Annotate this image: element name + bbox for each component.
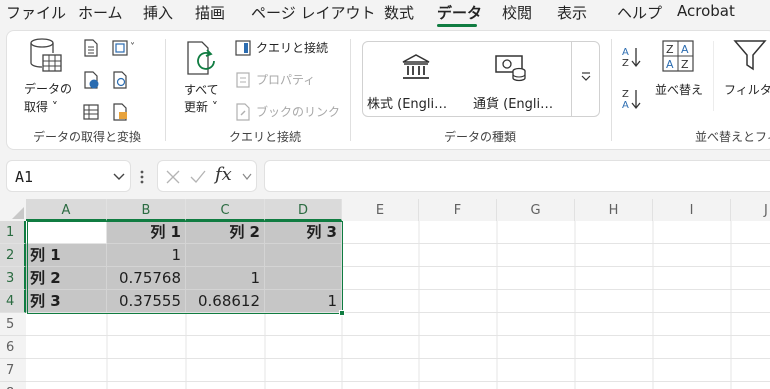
- ribbon-separator: [165, 39, 166, 141]
- column-header-a[interactable]: A: [26, 199, 107, 221]
- bank-icon: [402, 54, 430, 79]
- svg-text:Z: Z: [681, 58, 689, 71]
- active-tab-indicator: [437, 24, 477, 27]
- more-icon: [581, 72, 591, 81]
- menu-home[interactable]: ホーム: [78, 2, 123, 23]
- name-box-value: A1: [15, 168, 34, 186]
- row-header-3[interactable]: 3: [0, 267, 26, 290]
- group-label-get-transform: データの取得と変換: [33, 130, 142, 144]
- svg-text:A: A: [622, 47, 629, 58]
- group-label-sort-filter: 並べ替えとフィ: [695, 130, 770, 144]
- ribbon-separator: [713, 41, 714, 111]
- row-header-6[interactable]: 6: [0, 336, 26, 359]
- properties-icon: [236, 72, 250, 88]
- refresh-all-label-2: 更新 ˅: [184, 100, 218, 114]
- fill-handle[interactable]: [339, 310, 345, 316]
- grid-lines: [26, 221, 770, 389]
- menu-formulas[interactable]: 数式: [384, 2, 414, 23]
- svg-text:A: A: [666, 58, 674, 71]
- menu-acrobat[interactable]: Acrobat: [677, 2, 735, 20]
- from-picture-icon[interactable]: [111, 39, 129, 57]
- menu-bar: ファイル ホーム 挿入 描画 ページ レイアウト 数式 データ 校閲 表示 ヘル…: [0, 0, 770, 28]
- formula-bar: A1 fx: [0, 153, 770, 195]
- ribbon-separator: [611, 39, 612, 141]
- sort-dialog-icon: Z A A Z: [662, 40, 694, 72]
- column-header-g[interactable]: G: [497, 199, 575, 221]
- from-table-icon[interactable]: [82, 103, 100, 121]
- datatype-stocks-label: 株式 (Engli…: [367, 97, 448, 112]
- svg-text:A: A: [681, 43, 689, 56]
- queries-icon: [235, 40, 251, 56]
- svg-text:Z: Z: [622, 58, 629, 69]
- currency-icon: [495, 55, 526, 82]
- menu-data[interactable]: データ: [437, 2, 482, 23]
- formula-tools: fx: [157, 160, 257, 192]
- column-header-f[interactable]: F: [419, 199, 497, 221]
- column-header-i[interactable]: I: [653, 199, 731, 221]
- select-all-triangle-icon: [12, 207, 24, 219]
- chevron-down-icon[interactable]: [113, 172, 125, 182]
- ribbon-separator: [350, 39, 351, 141]
- row-header-8[interactable]: 8: [0, 382, 26, 389]
- group-label-data-types: データの種類: [444, 130, 517, 144]
- row-header-5[interactable]: 5: [0, 313, 26, 336]
- select-all-button[interactable]: [0, 199, 26, 221]
- menu-draw[interactable]: 描画: [195, 2, 225, 23]
- row-header-1[interactable]: 1: [0, 221, 26, 244]
- column-header-h[interactable]: H: [575, 199, 653, 221]
- datatype-currencies-label: 通貨 (Engli…: [473, 97, 554, 112]
- ribbon: データの 取得 ˅ ˅ データの取得と変換 すべて 更新 ˅ クエリと接続 プロ…: [6, 30, 770, 150]
- properties-label: プロパティ: [256, 73, 316, 87]
- more-options-icon[interactable]: [139, 169, 145, 185]
- name-box[interactable]: A1: [6, 160, 131, 192]
- chevron-down-icon[interactable]: ˅: [130, 42, 135, 53]
- spreadsheet-grid: A B C D E F G H I J 1 2 3 4 5 6 7 8 列 1 …: [0, 199, 770, 389]
- enter-icon[interactable]: [190, 170, 206, 184]
- filter-label: フィルター: [724, 83, 770, 97]
- chevron-down-icon[interactable]: [242, 173, 252, 181]
- refresh-icon: [187, 41, 215, 75]
- column-header-b[interactable]: B: [107, 199, 186, 221]
- from-web-icon[interactable]: [82, 71, 100, 89]
- row-header-7[interactable]: 7: [0, 359, 26, 382]
- column-header-c[interactable]: C: [186, 199, 265, 221]
- row-header-2[interactable]: 2: [0, 244, 26, 267]
- sort-descending-icon[interactable]: Z A: [621, 87, 641, 111]
- link-icon: [236, 103, 250, 121]
- column-header-d[interactable]: D: [265, 199, 342, 221]
- menu-review[interactable]: 校閲: [502, 2, 532, 23]
- menu-help[interactable]: ヘルプ: [617, 2, 662, 23]
- get-data-label-1: データの: [24, 82, 73, 96]
- database-icon: [30, 38, 62, 72]
- column-header-j[interactable]: J: [731, 199, 770, 221]
- menu-file[interactable]: ファイル: [6, 2, 66, 23]
- menu-insert[interactable]: 挿入: [143, 2, 173, 23]
- get-data-label-2: 取得 ˅: [24, 100, 58, 114]
- insert-function-button[interactable]: fx: [215, 164, 232, 185]
- recent-sources-icon[interactable]: [111, 71, 129, 89]
- menu-page-layout[interactable]: ページ レイアウト: [251, 2, 375, 23]
- from-text-icon[interactable]: [82, 39, 100, 57]
- existing-connections-icon[interactable]: [111, 103, 129, 121]
- sort-label: 並べ替え: [655, 83, 704, 97]
- menu-view[interactable]: 表示: [557, 2, 587, 23]
- filter-icon: [733, 40, 767, 71]
- refresh-all-label-1: すべて: [184, 83, 219, 97]
- row-header-4[interactable]: 4: [0, 290, 26, 313]
- sort-ascending-icon[interactable]: A Z: [621, 45, 641, 69]
- svg-text:Z: Z: [622, 89, 629, 100]
- svg-text:A: A: [622, 100, 629, 111]
- svg-text:Z: Z: [666, 43, 674, 56]
- column-header-e[interactable]: E: [342, 199, 419, 221]
- formula-input[interactable]: [264, 160, 770, 192]
- cancel-icon[interactable]: [166, 170, 180, 184]
- queries-connections-label: クエリと接続: [256, 41, 329, 55]
- data-types-more-button[interactable]: [571, 41, 600, 117]
- group-label-queries: クエリと接続: [229, 130, 302, 144]
- edit-links-label: ブックのリンク: [256, 105, 341, 119]
